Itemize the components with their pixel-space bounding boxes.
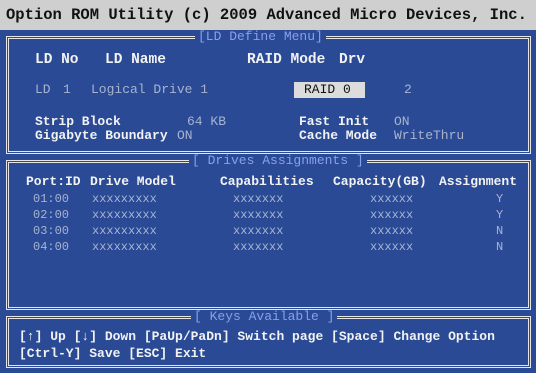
cell-assignment[interactable]: N	[496, 224, 503, 238]
title-bar: Option ROM Utility (c) 2009 Advanced Mic…	[0, 0, 536, 30]
cell-drive-model: xxxxxxxxx	[92, 224, 157, 238]
keys-panel-title: [ Keys Available ]	[191, 310, 338, 324]
keys-help-line-1: [↑] Up [↓] Down [PaUp/PaDn] Switch page …	[19, 329, 495, 344]
col-assignment: Assignment	[439, 174, 518, 189]
drv-count: 2	[404, 82, 412, 97]
cell-port-id: 03:00	[33, 224, 70, 238]
cell-port-id: 01:00	[33, 192, 70, 206]
col-port-id: Port:ID	[26, 174, 81, 189]
col-drive-model: Drive Model	[90, 174, 176, 189]
ld-label: LD	[35, 82, 51, 97]
header-drv: Drv	[339, 52, 366, 68]
cell-capabilities: xxxxxxx	[233, 224, 284, 238]
cell-port-id: 02:00	[33, 208, 70, 222]
ld-number: 1	[63, 82, 71, 97]
cell-assignment[interactable]: Y	[496, 192, 503, 206]
ld-define-panel-title: [LD Define Menu]	[195, 30, 326, 44]
cell-drive-model: xxxxxxxxx	[92, 192, 157, 206]
ld-name-field[interactable]: Logical Drive 1	[91, 82, 208, 98]
keys-help-line-2: [Ctrl-Y] Save [ESC] Exit	[19, 346, 207, 361]
col-capabilities: Capabilities	[220, 174, 314, 189]
cache-mode-label: Cache Mode	[299, 128, 378, 143]
drives-assignments-panel: [ Drives Assignments ] Port:ID Drive Mod…	[6, 154, 531, 310]
header-raid-mode: RAID Mode	[247, 52, 326, 68]
cell-assignment[interactable]: N	[496, 240, 503, 254]
cell-capabilities: xxxxxxx	[233, 208, 284, 222]
raid-mode-field[interactable]: RAID 0	[294, 82, 365, 98]
header-ld-name: LD Name	[105, 52, 166, 68]
drives-panel-title: [ Drives Assignments ]	[189, 154, 367, 168]
strip-block-value[interactable]: 64 KB	[187, 114, 226, 130]
gigabyte-boundary-label: Gigabyte Boundary	[35, 128, 168, 143]
header-ld-no: LD No	[35, 52, 79, 68]
cell-drive-model: xxxxxxxxx	[92, 208, 157, 222]
keys-available-panel: [ Keys Available ] [↑] Up [↓] Down [PaUp…	[6, 310, 531, 368]
cell-capabilities: xxxxxxx	[233, 240, 284, 254]
bios-screen: Option ROM Utility (c) 2009 Advanced Mic…	[0, 0, 536, 373]
cell-assignment[interactable]: Y	[496, 208, 503, 222]
cell-drive-model: xxxxxxxxx	[92, 240, 157, 254]
ld-define-panel: [LD Define Menu] LD No LD Name RAID Mode…	[6, 30, 531, 154]
cell-capacity: xxxxxx	[370, 224, 414, 238]
cell-capacity: xxxxxx	[370, 208, 414, 222]
col-capacity: Capacity(GB)	[333, 174, 427, 189]
gigabyte-boundary-value[interactable]: ON	[177, 128, 193, 144]
cell-capacity: xxxxxx	[370, 240, 414, 254]
cache-mode-value[interactable]: WriteThru	[394, 128, 464, 144]
cell-capabilities: xxxxxxx	[233, 192, 284, 206]
cell-capacity: xxxxxx	[370, 192, 414, 206]
cell-port-id: 04:00	[33, 240, 70, 254]
